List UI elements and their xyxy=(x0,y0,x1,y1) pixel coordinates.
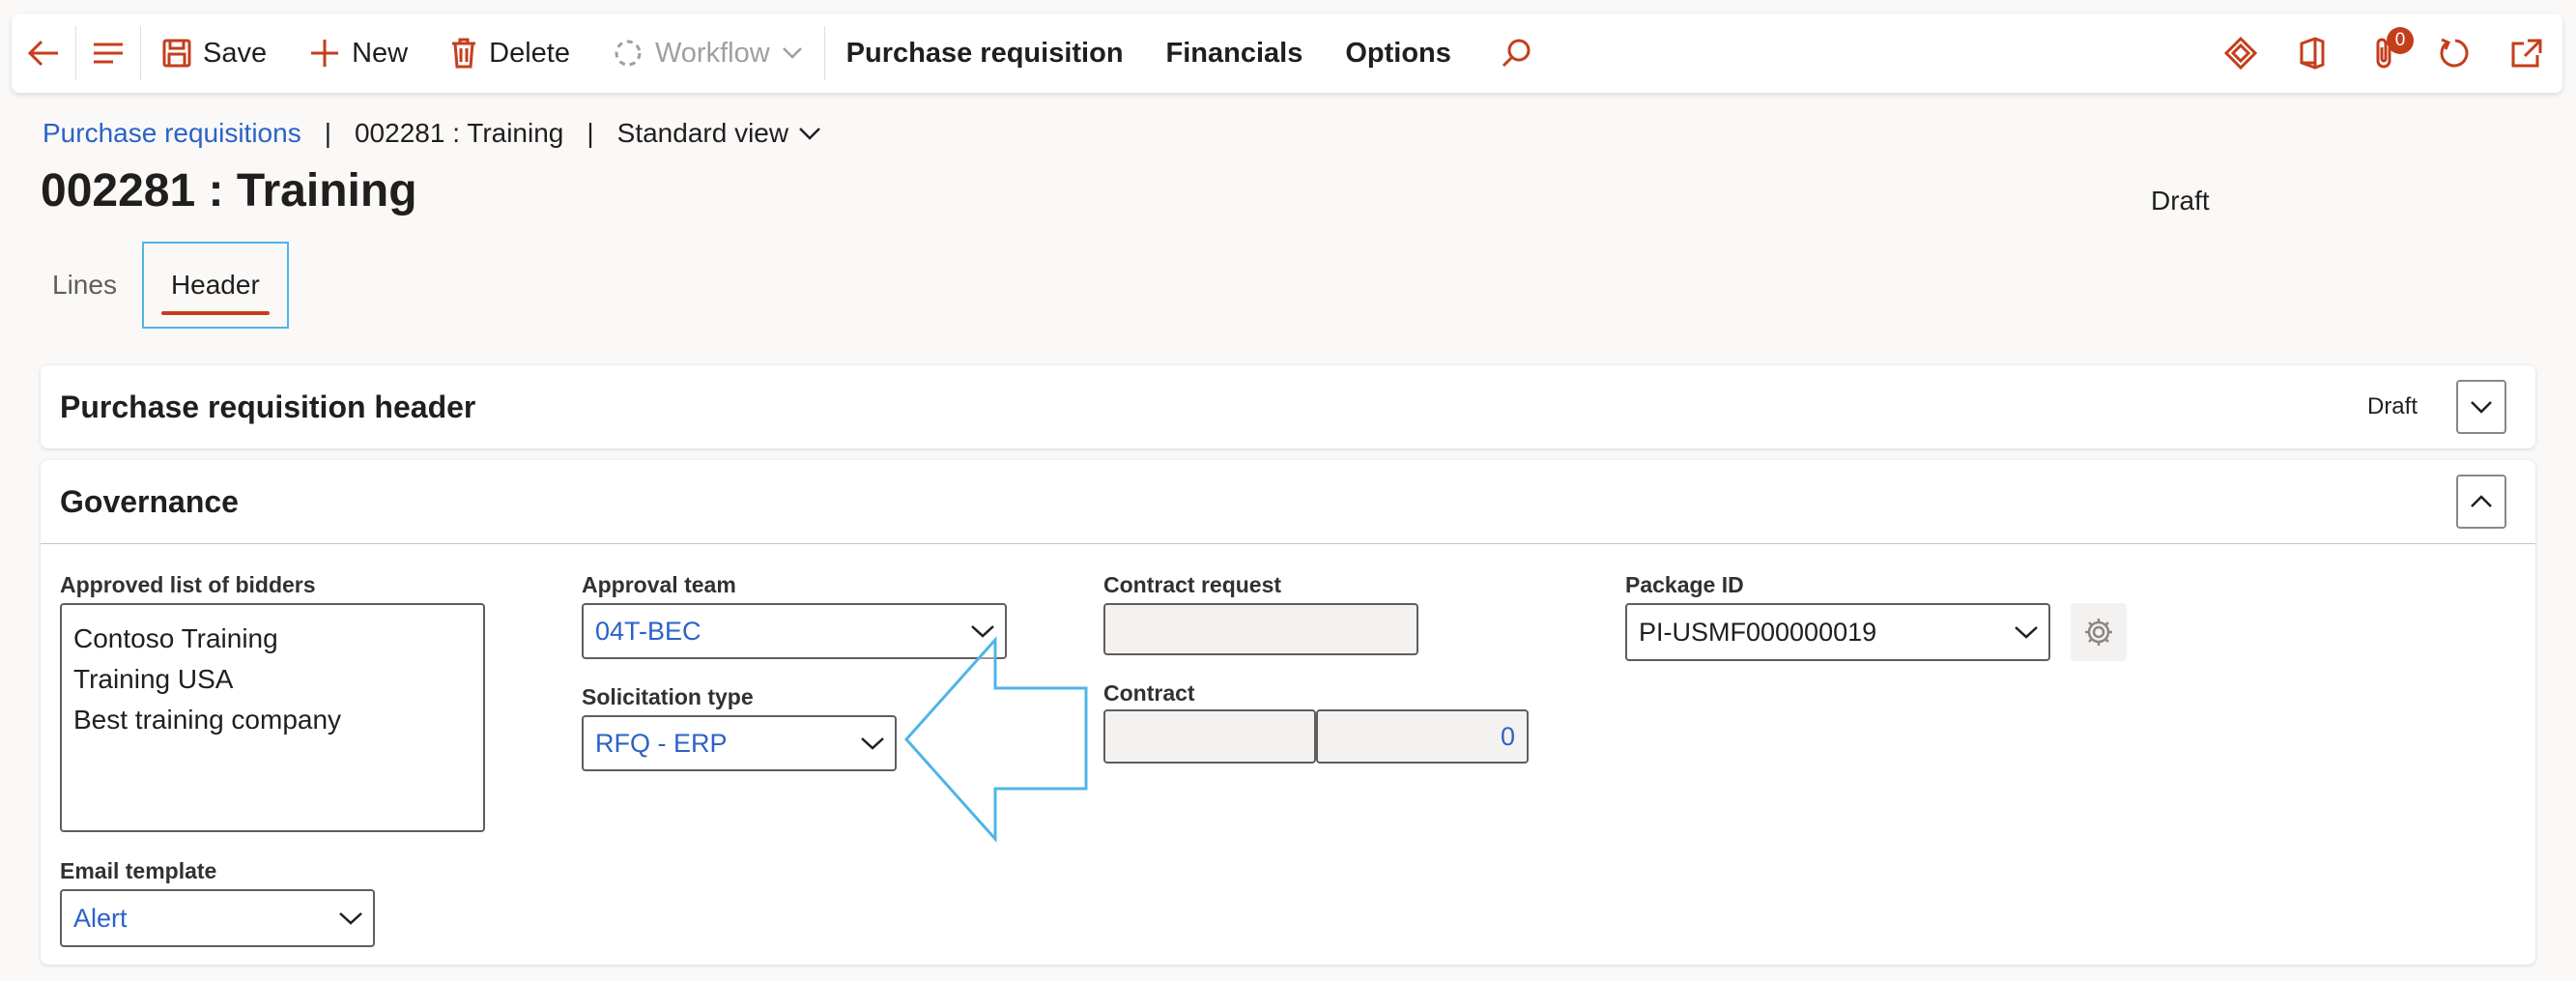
chevron-down-icon xyxy=(2015,626,2038,639)
plus-icon xyxy=(311,40,339,67)
approval-team-label: Approval team xyxy=(582,572,736,597)
section-summary-status: Draft xyxy=(2366,393,2418,419)
chevron-down-icon xyxy=(339,912,362,925)
bidder-item: Contoso Training xyxy=(73,623,278,653)
section-title: Governance xyxy=(60,483,239,519)
email-template-label: Email template xyxy=(60,858,217,883)
save-button[interactable]: Save xyxy=(141,14,288,93)
chevron-down-icon xyxy=(971,625,994,638)
contract-amount-value: 0 xyxy=(1500,721,1515,751)
package-id-dropdown[interactable]: PI-USMF000000019 xyxy=(1625,603,2050,661)
solicitation-type-dropdown[interactable]: RFQ - ERP xyxy=(582,715,897,771)
workflow-icon xyxy=(615,40,642,67)
record-status: Draft xyxy=(2151,186,2210,216)
power-apps-icon xyxy=(2223,36,2258,71)
new-button[interactable]: New xyxy=(288,14,429,93)
refresh-icon xyxy=(2440,38,2469,68)
solicitation-type-label: Solicitation type xyxy=(582,684,754,709)
bidder-item: Best training company xyxy=(73,705,342,735)
toolbar-right-group: 0 xyxy=(2205,14,2562,93)
contract-label: Contract xyxy=(1103,680,1195,706)
chevron-down-icon xyxy=(782,47,802,59)
contract-request-label: Contract request xyxy=(1103,572,1282,597)
email-template-value: Alert xyxy=(73,903,128,933)
chevron-down-icon xyxy=(2471,401,2492,414)
trash-icon xyxy=(452,38,476,69)
chevron-down-icon xyxy=(799,128,820,140)
save-label: Save xyxy=(203,37,268,69)
save-icon xyxy=(162,39,191,68)
tab-bar: Lines Header xyxy=(39,242,289,329)
chevron-down-icon xyxy=(861,737,884,750)
section-divider xyxy=(41,543,2535,544)
approved-bidders-label: Approved list of bidders xyxy=(60,572,316,597)
breadcrumb-list-link[interactable]: Purchase requisitions xyxy=(43,118,301,149)
package-id-label: Package ID xyxy=(1625,572,1744,597)
breadcrumb: Purchase requisitions | 002281 : Trainin… xyxy=(43,118,821,149)
collapse-section-button[interactable] xyxy=(2456,475,2506,529)
package-id-value: PI-USMF000000019 xyxy=(1639,617,1877,647)
delete-label: Delete xyxy=(489,37,570,69)
solicitation-type-value: RFQ - ERP xyxy=(595,728,728,758)
office-icon xyxy=(2300,37,2325,70)
expand-section-button[interactable] xyxy=(2456,380,2506,434)
purchase-requisition-header-section: Purchase requisition header Draft xyxy=(41,365,2535,448)
breadcrumb-separator: | xyxy=(324,118,331,148)
menu-button[interactable] xyxy=(76,14,140,93)
open-new-window-button[interactable] xyxy=(2491,14,2562,93)
attachments-count-badge: 0 xyxy=(2387,27,2414,54)
email-template-dropdown[interactable]: Alert xyxy=(60,889,375,947)
search-icon xyxy=(1502,39,1531,68)
attachments-button[interactable]: 0 xyxy=(2348,14,2419,93)
breadcrumb-record: 002281 : Training xyxy=(354,118,564,148)
approval-team-value: 04T-BEC xyxy=(595,616,701,646)
tab-header[interactable]: Header xyxy=(141,242,289,329)
office-button[interactable] xyxy=(2276,14,2348,93)
menu-purchase-requisition[interactable]: Purchase requisition xyxy=(825,14,1145,93)
contract-request-field[interactable] xyxy=(1103,603,1418,655)
refresh-button[interactable] xyxy=(2419,14,2491,93)
breadcrumb-separator: | xyxy=(587,118,594,148)
workflow-label: Workflow xyxy=(654,37,770,69)
delete-button[interactable]: Delete xyxy=(429,14,591,93)
action-pane: Save New Delete Workflow Purchase requis… xyxy=(12,14,2562,93)
back-arrow-icon xyxy=(27,40,58,67)
chevron-up-icon xyxy=(2471,495,2492,507)
approved-bidders-field[interactable]: Contoso Training Training USA Best train… xyxy=(60,603,485,832)
open-new-window-icon xyxy=(2511,39,2542,68)
search-button[interactable] xyxy=(1473,14,1560,93)
power-apps-button[interactable] xyxy=(2205,14,2276,93)
bidder-item: Training USA xyxy=(73,664,234,694)
contract-amount-field[interactable]: 0 xyxy=(1316,709,1529,764)
menu-options[interactable]: Options xyxy=(1324,14,1473,93)
hamburger-menu-icon xyxy=(94,43,123,64)
menu-financials[interactable]: Financials xyxy=(1145,14,1325,93)
page-title: 002281 : Training xyxy=(41,165,417,216)
back-button[interactable] xyxy=(12,14,75,93)
gear-icon xyxy=(2085,619,2112,646)
section-header[interactable]: Purchase requisition header Draft xyxy=(41,365,2535,448)
tab-lines[interactable]: Lines xyxy=(39,242,130,329)
new-label: New xyxy=(352,37,409,69)
workflow-button[interactable]: Workflow xyxy=(591,14,824,93)
section-header[interactable]: Governance xyxy=(41,460,2535,543)
contract-id-field[interactable] xyxy=(1103,709,1316,764)
package-settings-button[interactable] xyxy=(2071,603,2127,661)
view-selector[interactable]: Standard view xyxy=(617,118,821,149)
section-title: Purchase requisition header xyxy=(60,389,476,424)
view-selector-label: Standard view xyxy=(616,118,789,148)
approval-team-dropdown[interactable]: 04T-BEC xyxy=(582,603,1007,659)
